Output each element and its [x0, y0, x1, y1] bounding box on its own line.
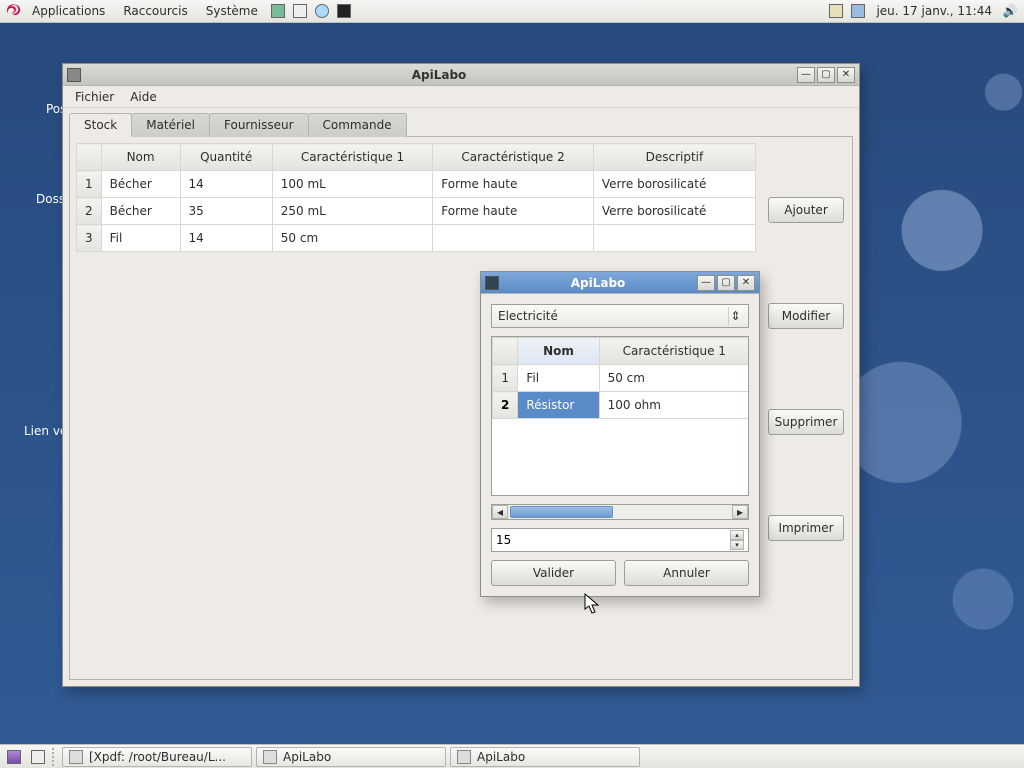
app-icon — [457, 750, 471, 764]
volume-icon[interactable]: 🔊 — [1000, 2, 1020, 20]
table-row[interactable]: 2 Résistor 100 ohm — [493, 392, 750, 419]
task-label: ApiLabo — [283, 750, 331, 764]
row-header-blank — [77, 144, 102, 171]
tab-stock[interactable]: Stock — [69, 113, 132, 137]
taskbar-item[interactable]: ApiLabo — [256, 747, 446, 767]
print-button[interactable]: Imprimer — [768, 515, 844, 541]
launcher-icon[interactable] — [334, 2, 354, 20]
scroll-left-icon[interactable]: ◂ — [492, 505, 508, 519]
menu-bar: Fichier Aide — [63, 86, 859, 108]
window-list-icon[interactable] — [28, 748, 48, 766]
window-icon — [67, 68, 81, 82]
maximize-button[interactable]: ▢ — [817, 67, 835, 83]
quantity-input[interactable] — [496, 533, 730, 547]
category-combobox[interactable]: Electricité ⇕ — [491, 304, 749, 328]
spin-down-icon[interactable]: ▾ — [730, 540, 744, 550]
menu-file[interactable]: Fichier — [67, 88, 122, 106]
tab-commande[interactable]: Commande — [308, 113, 407, 137]
scroll-thumb[interactable] — [510, 506, 613, 518]
window-title: ApiLabo — [85, 68, 793, 82]
window-icon — [485, 276, 499, 290]
titlebar[interactable]: ApiLabo — ▢ ✕ — [63, 64, 859, 86]
minimize-button[interactable]: — — [697, 275, 715, 291]
gnome-bottom-panel: [Xpdf: /root/Bureau/L... ApiLabo ApiLabo — [0, 744, 1024, 768]
menu-help[interactable]: Aide — [122, 88, 165, 106]
launcher-icon[interactable] — [312, 2, 332, 20]
task-label: ApiLabo — [477, 750, 525, 764]
launcher-icon[interactable] — [290, 2, 310, 20]
scroll-right-icon[interactable]: ▸ — [732, 505, 748, 519]
app-icon — [263, 750, 277, 764]
col-desc[interactable]: Descriptif — [593, 144, 755, 171]
col-c2[interactable]: Caractéristique 2 — [433, 144, 594, 171]
delete-button[interactable]: Supprimer — [768, 409, 844, 435]
stock-table[interactable]: Nom Quantité Caractéristique 1 Caractéri… — [76, 143, 756, 252]
edit-button[interactable]: Modifier — [768, 303, 844, 329]
col-c1[interactable]: Caractéristique 1 — [272, 144, 433, 171]
debian-logo-icon[interactable] — [4, 2, 22, 20]
launcher-icon[interactable] — [268, 2, 288, 20]
maximize-button[interactable]: ▢ — [717, 275, 735, 291]
task-label: [Xpdf: /root/Bureau/L... — [89, 750, 226, 764]
system-menu[interactable]: Système — [198, 1, 266, 21]
close-button[interactable]: ✕ — [837, 67, 855, 83]
clock[interactable]: jeu. 17 janv., 11:44 — [870, 4, 998, 18]
table-row[interactable]: 3 Fil 14 50 cm — [77, 225, 756, 252]
table-row[interactable]: 1 Fil 50 cm — [493, 365, 750, 392]
col-quantite[interactable]: Quantité — [180, 144, 272, 171]
tab-bar: Stock Matériel Fournisseur Commande — [63, 108, 859, 136]
chevron-updown-icon: ⇕ — [728, 307, 742, 325]
spin-up-icon[interactable]: ▴ — [730, 530, 744, 540]
col-nom[interactable]: Nom — [518, 338, 599, 365]
col-nom[interactable]: Nom — [101, 144, 180, 171]
dialog-titlebar[interactable]: ApiLabo — ▢ ✕ — [481, 272, 759, 294]
add-button[interactable]: Ajouter — [768, 197, 844, 223]
dialog-table[interactable]: Nom Caractéristique 1 Carac 1 Fil 50 cm … — [492, 337, 749, 419]
table-row[interactable]: 2 Bécher 35 250 mL Forme haute Verre bor… — [77, 198, 756, 225]
validate-button[interactable]: Valider — [491, 560, 616, 586]
applications-menu[interactable]: Applications — [24, 1, 113, 21]
close-button[interactable]: ✕ — [737, 275, 755, 291]
desktop-icon-label: Doss — [36, 192, 65, 206]
minimize-button[interactable]: — — [797, 67, 815, 83]
desktop-icon-label: Lien ve — [24, 424, 67, 438]
quantity-spinbox[interactable]: ▴ ▾ — [491, 528, 749, 552]
network-icon[interactable] — [848, 2, 868, 20]
tab-materiel[interactable]: Matériel — [131, 113, 210, 137]
tab-fournisseur[interactable]: Fournisseur — [209, 113, 309, 137]
show-desktop-icon[interactable] — [4, 748, 24, 766]
horizontal-scrollbar[interactable]: ◂ ▸ — [491, 504, 749, 520]
col-c1[interactable]: Caractéristique 1 — [599, 338, 749, 365]
places-menu[interactable]: Raccourcis — [115, 1, 195, 21]
combo-value: Electricité — [498, 309, 558, 323]
taskbar-item[interactable]: ApiLabo — [450, 747, 640, 767]
table-row[interactable]: 1 Bécher 14 100 mL Forme haute Verre bor… — [77, 171, 756, 198]
taskbar-item[interactable]: [Xpdf: /root/Bureau/L... — [62, 747, 252, 767]
gnome-top-panel: Applications Raccourcis Système jeu. 17 … — [0, 0, 1024, 23]
dialog-title: ApiLabo — [503, 276, 693, 290]
apilabo-dialog: ApiLabo — ▢ ✕ Electricité ⇕ Nom Caractér… — [480, 271, 760, 597]
cancel-button[interactable]: Annuler — [624, 560, 749, 586]
app-icon — [69, 750, 83, 764]
tray-icon[interactable] — [826, 2, 846, 20]
